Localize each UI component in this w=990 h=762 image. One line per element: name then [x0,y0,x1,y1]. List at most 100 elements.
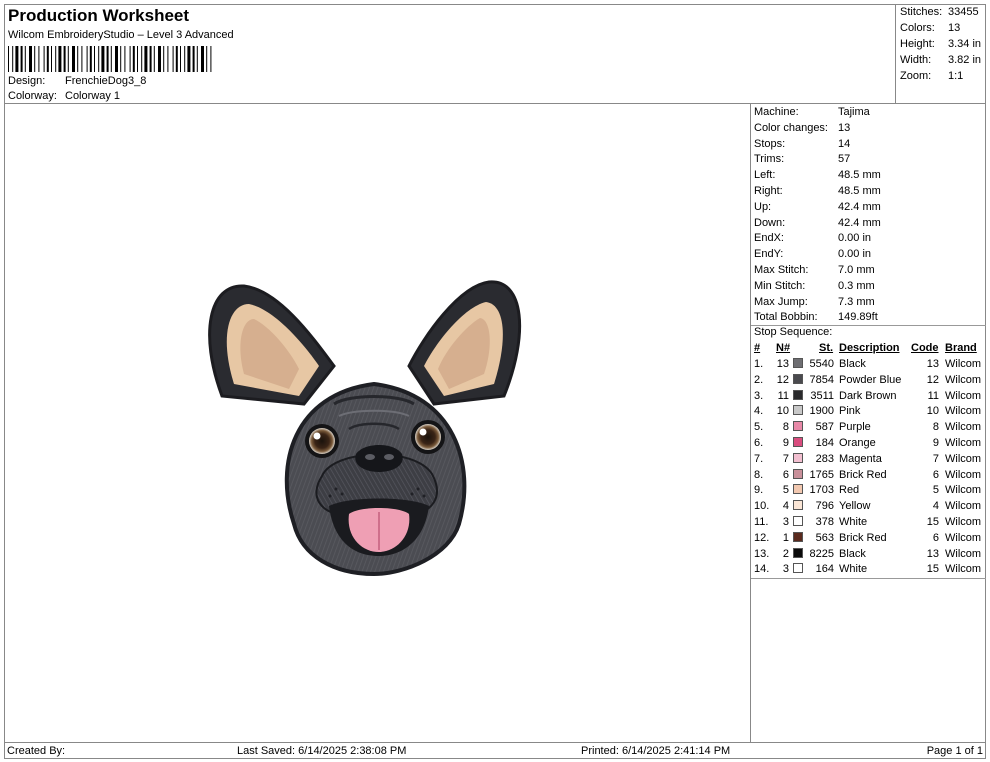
needle-number: 3 [782,516,789,528]
stop-row: 9. 5 1703 Red 5 Wilcom [751,484,986,500]
color-code: 12 [926,373,939,386]
barcode-bar [58,46,62,72]
barcode-bar [63,46,66,72]
color-swatch [793,405,803,416]
info-value: 13 [838,121,851,134]
stop-number: 2. [754,373,764,386]
machine-info-row: Machine: Tajima [754,106,870,118]
colors-label: Colors: [900,22,935,34]
needle-number: 3 [782,563,789,576]
colorway-name: Colorway 1 [65,90,121,102]
barcode-bar [201,46,204,72]
needle-number: 11 [777,389,789,402]
stop-number: 4. [754,405,764,418]
color-description: Black [839,547,866,560]
barcode-bar [158,46,161,72]
color-code: 15 [926,516,939,528]
stitch-count: 164 [815,563,834,576]
barcode-bar [132,46,135,72]
barcode-bar [15,46,19,72]
created-by: Created By: [7,745,66,757]
stop-number: 11. [754,516,769,528]
info-label: Trims: [754,153,785,166]
barcode-bar [43,46,45,72]
design-name: FrenchieDog3_8 [65,75,147,87]
color-brand: Wilcom [945,468,982,481]
needle-number: 1 [782,531,789,544]
color-brand: Wilcom [945,452,982,465]
color-swatch [793,516,803,526]
color-swatch [793,500,803,511]
color-brand: Wilcom [945,373,982,386]
barcode-bar [38,46,40,72]
col-header-num: # [754,342,761,354]
height-value: 3.34 in [948,38,982,50]
barcode-bar [137,46,138,72]
divider [751,578,986,579]
machine-info-row: Max Stitch: 7.0 mm [754,264,875,276]
color-brand: Wilcom [945,563,982,576]
color-code: 13 [926,358,939,370]
stitch-count: 7854 [809,373,834,386]
colorway-label: Colorway: [8,90,57,102]
stitch-count: 8225 [809,547,834,560]
machine-info-row: EndX: 0.00 in [754,232,871,244]
info-value: 7.0 mm [838,264,875,276]
french-bulldog-embroidery [208,280,522,577]
info-value: 42.4 mm [838,200,881,213]
footer: Created By: Last Saved: 6/14/2025 2:38:0… [4,742,986,759]
color-brand: Wilcom [945,547,982,560]
color-brand: Wilcom [945,358,982,370]
stop-row: 14. 3 164 White 15 Wilcom [751,563,986,579]
info-value: 7.3 mm [838,295,875,308]
stitch-count: 1765 [809,468,834,481]
needle-number: 12 [776,373,789,386]
barcode-bar [124,46,126,72]
barcode-bar [8,46,9,72]
stop-number: 5. [754,421,764,434]
color-code: 5 [932,484,939,497]
barcode-bar [210,46,212,72]
design-canvas[interactable] [4,104,750,742]
stop-row: 5. 8 587 Purple 8 Wilcom [751,421,986,437]
stop-row: 2. 12 7854 Powder Blue 12 Wilcom [751,373,986,390]
color-code: 4 [932,500,939,513]
machine-info-row: Min Stitch: 0.3 mm [754,280,875,292]
last-saved: Last Saved: 6/14/2025 2:38:08 PM [237,745,407,757]
barcode-bar [144,46,148,72]
info-value: 57 [838,153,851,166]
machine-info-row: Up: 42.4 mm [754,201,881,213]
barcode-bar [106,46,109,72]
stop-row: 10. 4 796 Yellow 4 Wilcom [751,500,986,516]
stop-row: 6. 9 184 Orange 9 Wilcom [751,437,986,453]
machine-info-row: Down: 42.4 mm [754,217,881,229]
color-description: Black [839,358,866,370]
needle-number: 9 [782,437,789,449]
col-header-code: Code [911,342,939,354]
color-code: 13 [926,547,939,560]
width-value: 3.82 in [948,54,982,66]
barcode-bar [29,46,32,72]
stitch-count: 3511 [810,389,834,402]
info-label: Stops: [754,137,786,150]
machine-info-row: Stops: 14 [754,138,850,150]
machine-info-row: EndY: 0.00 in [754,248,871,260]
barcode-bar [187,46,191,72]
color-code: 7 [932,452,939,465]
barcode-bar [192,46,195,72]
stop-number: 8. [754,468,764,481]
stop-number: 1. [754,358,764,370]
stop-number: 13. [754,547,770,560]
barcode-bar [163,46,165,72]
stitch-count: 184 [815,437,834,449]
barcode-bar [77,46,79,72]
stitch-count: 1900 [809,405,834,418]
color-brand: Wilcom [945,516,982,528]
color-swatch [793,358,803,368]
design-line: Design: FrenchieDog3_8 [8,75,146,87]
barcode-bar [67,46,69,72]
info-value: 14 [838,137,851,150]
machine-info-panel: Machine: Tajima Color changes: 13 Stops: 14 Tr… [750,104,986,742]
color-description: Powder Blue [839,373,902,386]
color-description: Brick Red [839,531,887,544]
